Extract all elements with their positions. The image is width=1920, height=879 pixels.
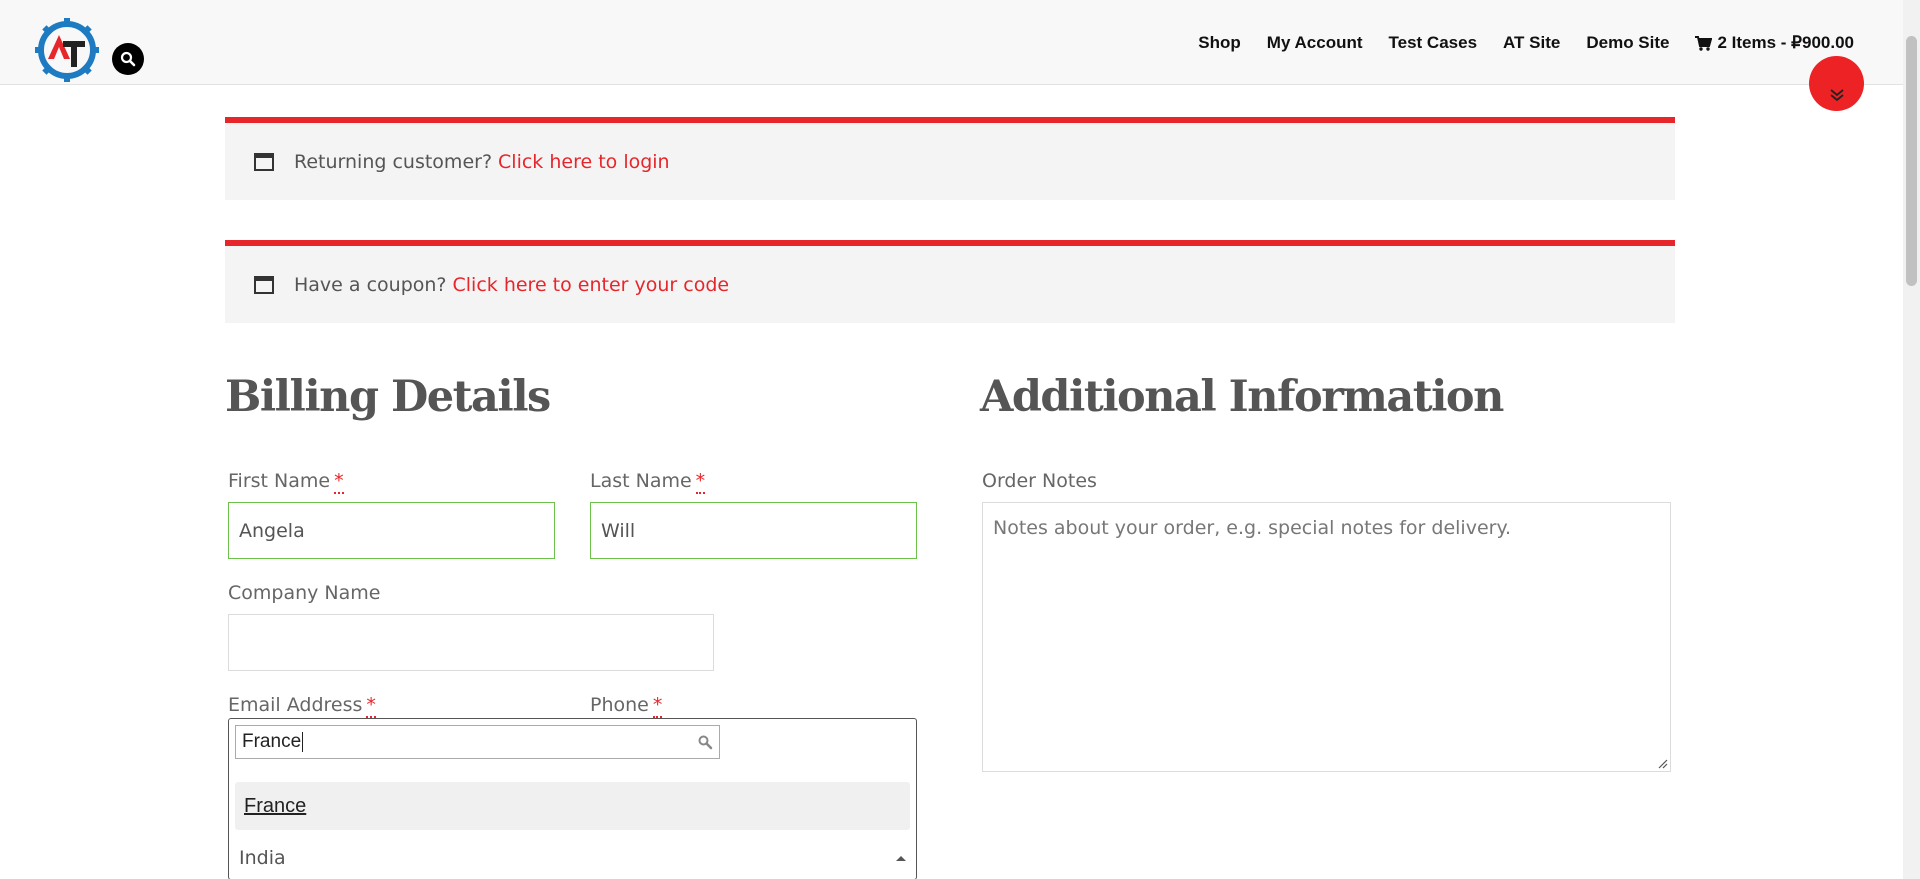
first-name-label-text: First Name — [228, 470, 331, 492]
coupon-notice: Have a coupon? Click here to enter your … — [225, 240, 1675, 323]
last-name-field[interactable]: Will — [590, 502, 917, 559]
company-name-label: Company Name — [228, 582, 381, 604]
required-mark: * — [366, 694, 376, 718]
country-selected-value: India — [239, 847, 286, 869]
company-name-field[interactable] — [228, 614, 714, 671]
window-icon — [254, 152, 274, 171]
country-dropdown[interactable]: France France India — [228, 718, 917, 879]
double-chevron-down-icon — [1829, 89, 1844, 101]
country-option-label: France — [244, 794, 307, 817]
phone-label-text: Phone — [590, 694, 649, 716]
search-icon — [698, 735, 713, 750]
cart-link[interactable]: 2 Items - ₽900.00 — [1695, 33, 1854, 53]
dropdown-arrow-icon — [896, 856, 906, 861]
first-name-field[interactable]: Angela — [228, 502, 555, 559]
additional-information-heading: Additional Information — [980, 372, 1504, 422]
search-icon — [120, 51, 136, 67]
last-name-label-text: Last Name — [590, 470, 692, 492]
order-notes-placeholder: Notes about your order, e.g. special not… — [993, 517, 1512, 539]
cart-label: 2 Items - ₽900.00 — [1717, 33, 1854, 52]
page-scrollbar[interactable] — [1903, 0, 1920, 879]
returning-customer-notice: Returning customer? Click here to login — [225, 117, 1675, 200]
nav-at-site[interactable]: AT Site — [1503, 33, 1560, 53]
order-notes-label: Order Notes — [982, 470, 1097, 492]
phone-label: Phone * — [590, 694, 663, 718]
coupon-link[interactable]: Click here to enter your code — [453, 274, 730, 296]
country-search-input[interactable]: France — [235, 725, 720, 759]
nav-demo-site[interactable]: Demo Site — [1586, 33, 1669, 53]
main-nav: Shop My Account Test Cases AT Site Demo … — [1172, 33, 1854, 53]
required-mark: * — [695, 470, 706, 494]
required-mark: * — [652, 694, 663, 718]
site-logo[interactable] — [34, 17, 100, 83]
search-button[interactable] — [112, 43, 144, 75]
coupon-text: Have a coupon? — [294, 273, 447, 296]
order-notes-textarea[interactable]: Notes about your order, e.g. special not… — [982, 502, 1671, 772]
window-icon — [254, 275, 274, 294]
required-mark: * — [334, 470, 344, 494]
returning-customer-text: Returning customer? — [294, 150, 493, 173]
email-label: Email Address * — [228, 694, 376, 718]
nav-my-account[interactable]: My Account — [1267, 33, 1363, 53]
country-option-france[interactable]: France — [235, 782, 910, 830]
country-search-value: France — [242, 731, 302, 752]
nav-shop[interactable]: Shop — [1198, 33, 1241, 53]
login-link[interactable]: Click here to login — [498, 151, 670, 173]
nav-test-cases[interactable]: Test Cases — [1389, 33, 1478, 53]
scroll-toggle-button[interactable] — [1809, 56, 1864, 111]
text-caret — [302, 732, 304, 752]
scrollbar-thumb[interactable] — [1906, 36, 1917, 286]
cart-icon — [1695, 35, 1713, 51]
site-header: Shop My Account Test Cases AT Site Demo … — [0, 0, 1920, 85]
resize-handle-icon[interactable] — [1658, 759, 1668, 769]
billing-details-heading: Billing Details — [225, 372, 551, 422]
email-label-text: Email Address — [228, 694, 363, 716]
first-name-label: First Name * — [228, 470, 344, 494]
last-name-label: Last Name * — [590, 470, 706, 494]
